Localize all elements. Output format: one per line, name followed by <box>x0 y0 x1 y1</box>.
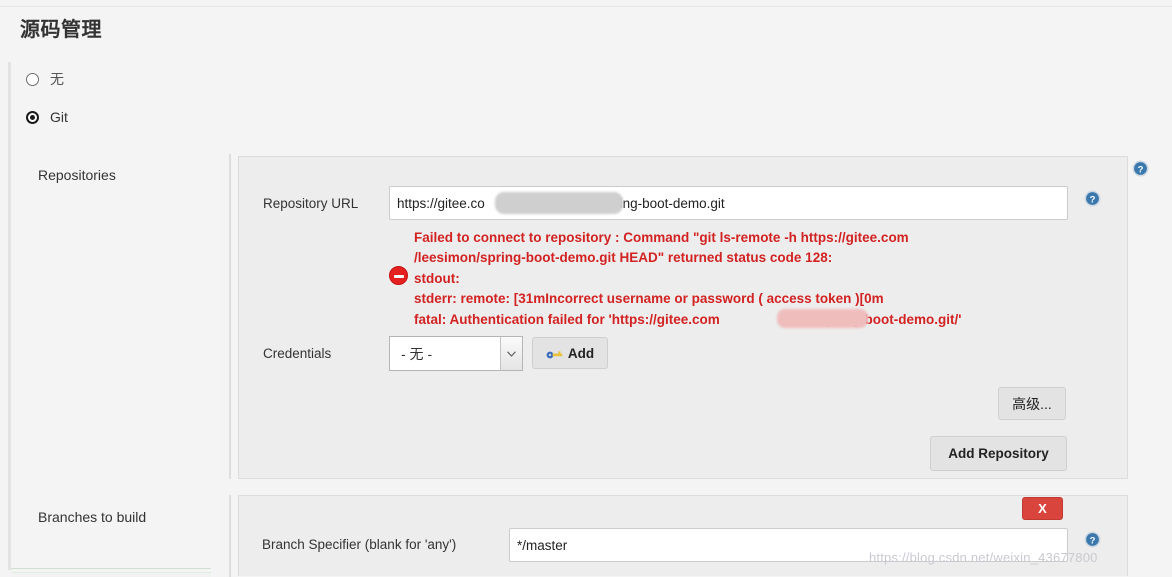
add-credentials-label: Add <box>567 345 595 361</box>
svg-text:?: ? <box>1138 164 1144 175</box>
repositories-group-label: Repositories <box>38 167 116 183</box>
repository-url-label: Repository URL <box>263 196 359 211</box>
delete-branch-button[interactable]: X <box>1022 497 1063 520</box>
bottom-divider-secondary <box>11 572 211 577</box>
help-icon-branch-specifier[interactable]: ? <box>1084 531 1101 548</box>
advanced-button[interactable]: 高级... <box>998 387 1066 420</box>
scm-option-none-label: 无 <box>50 71 64 87</box>
scm-option-none[interactable]: 无 <box>26 72 64 86</box>
add-repository-button[interactable]: Add Repository <box>930 436 1067 471</box>
repository-error-message: Failed to connect to repository : Comman… <box>414 230 962 327</box>
scm-option-git-label: Git <box>50 109 68 125</box>
branches-column-divider <box>229 495 231 577</box>
repository-url-redaction <box>495 192 623 214</box>
radio-none-icon[interactable] <box>26 72 39 86</box>
top-divider <box>0 6 1172 7</box>
key-icon <box>546 348 563 359</box>
add-credentials-button[interactable]: Add <box>532 337 608 369</box>
svg-text:?: ? <box>1090 535 1096 546</box>
page-title: 源码管理 <box>20 19 102 41</box>
branch-specifier-label: Branch Specifier (blank for 'any') <box>262 537 457 552</box>
branches-group-label: Branches to build <box>38 509 147 525</box>
svg-text:?: ? <box>1090 194 1096 205</box>
error-message-redaction <box>777 309 868 328</box>
scm-option-git[interactable]: Git <box>26 110 68 124</box>
bottom-divider <box>11 568 211 569</box>
help-icon-section[interactable]: ? <box>1132 160 1149 177</box>
error-circle-icon <box>389 266 408 285</box>
repositories-column-divider <box>229 154 231 479</box>
repository-url-value: https://gitee.co <box>397 195 485 211</box>
radio-git-icon[interactable] <box>26 110 39 124</box>
chevron-down-icon[interactable] <box>500 337 522 370</box>
help-icon-repository-url[interactable]: ? <box>1084 190 1101 207</box>
branch-specifier-value: */master <box>517 537 568 553</box>
credentials-select[interactable]: - 无 - <box>389 336 523 371</box>
credentials-label: Credentials <box>263 346 332 361</box>
credentials-selected-value: - 无 - <box>401 345 433 362</box>
repository-url-input[interactable]: https://gitee.co spring-boot-demo.git <box>389 186 1068 220</box>
branch-specifier-input[interactable]: */master <box>509 528 1068 562</box>
